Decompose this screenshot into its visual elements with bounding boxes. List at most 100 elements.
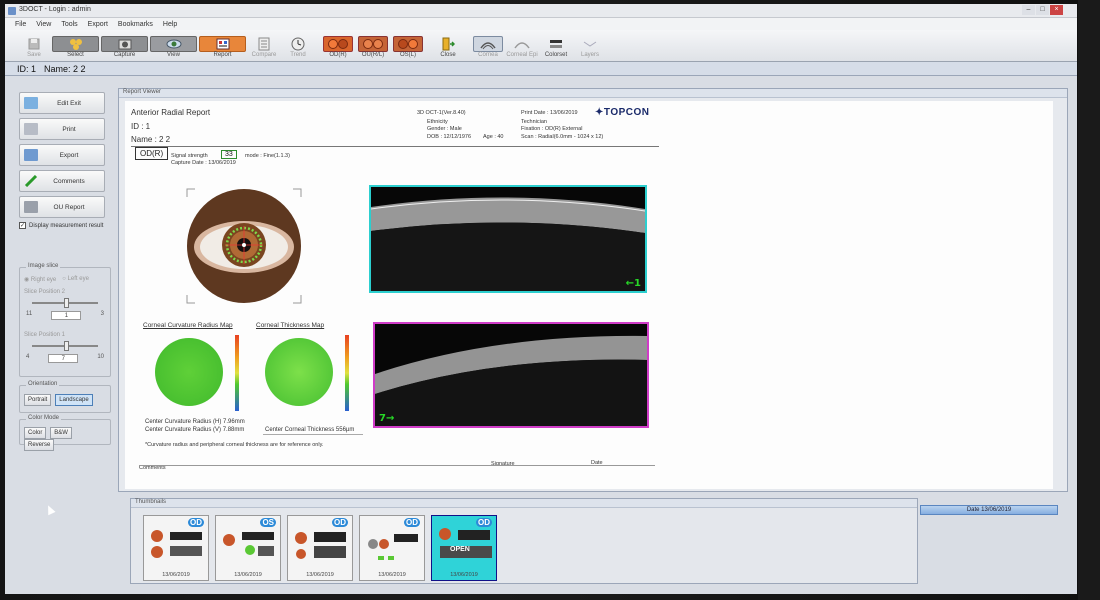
ou-button[interactable]: OU(R/L) [355, 30, 391, 60]
ou-report-button[interactable]: OU Report [19, 196, 105, 218]
dob: DOB : 12/12/1976 [427, 134, 472, 140]
curvature-map-title: Corneal Curvature Radius Map [143, 322, 233, 329]
slice-position-1-slider[interactable] [28, 340, 102, 352]
menu-bar: File View Tools Export Bookmarks Help [5, 18, 1077, 30]
scan-info: Scan : Radial(6.0mm - 1024 x 12) [521, 134, 604, 140]
slice-position-1-label: Slice Position 1 [24, 332, 66, 338]
slice-position-2-value[interactable]: 1 [51, 311, 82, 320]
menu-file[interactable]: File [15, 21, 26, 28]
report-icon [199, 36, 246, 52]
image-slice-group: Image slice ◉ Right eye ○ Left eye Slice… [19, 263, 111, 377]
close-button[interactable]: Close [431, 30, 465, 60]
menu-tools[interactable]: Tools [61, 21, 77, 28]
oct-scan-7: 7→ [373, 322, 649, 428]
colorset-button[interactable]: Colorset [539, 30, 573, 60]
left-panel: Edit Exit Print Export Comments OU Repor… [19, 92, 119, 482]
menu-help[interactable]: Help [163, 21, 177, 28]
comments-button[interactable]: Comments [19, 170, 105, 192]
mode: mode : Fine(1.1.3) [245, 153, 290, 159]
display-measurement-checkbox[interactable]: ✓ Display measurement result [19, 222, 119, 229]
thumbnail-4[interactable]: OD 13/06/2019 [359, 515, 425, 581]
menu-view[interactable]: View [36, 21, 51, 28]
header-divider [131, 146, 659, 147]
select-button[interactable]: Select [51, 30, 100, 60]
maximize-button[interactable]: □ [1036, 5, 1049, 15]
thumbnails-panel: Thumbnails OD 13/06/2019 OS 13/06/2019 O… [130, 498, 918, 584]
export-icon [24, 149, 38, 161]
app-icon [8, 7, 16, 15]
capture-date: Capture Date : 13/06/2019 [171, 160, 236, 166]
eye-icon [150, 36, 197, 52]
thumbnail-1[interactable]: OD 13/06/2019 [143, 515, 209, 581]
report-button[interactable]: Report [198, 30, 247, 60]
capture-icon [101, 36, 148, 52]
report-id: ID : 1 [131, 122, 151, 131]
patient-id-bar: ID: 1 Name: 2 2 [5, 62, 1077, 76]
trend-button[interactable]: Trend [281, 30, 315, 60]
slice-position-2-label: Slice Position 2 [24, 289, 66, 295]
left-eye-radio[interactable]: ○ Left eye [62, 276, 89, 283]
od-icon [323, 36, 353, 52]
edit-exit-button[interactable]: Edit Exit [19, 92, 105, 114]
open-label: OPEN [450, 546, 470, 553]
view-button[interactable]: View [149, 30, 198, 60]
thickness-scale-bar [345, 335, 349, 411]
signature-label: Signature [491, 461, 515, 467]
window-title: 3DOCT - Login : admin [19, 6, 91, 13]
reference-note: *Curvature radius and peripheral corneal… [145, 442, 324, 448]
report-viewer: Report Viewer Anterior Radial Report ID … [118, 88, 1068, 492]
layers-button[interactable]: Layers [573, 30, 607, 60]
printer-icon [24, 123, 38, 135]
patient-id: ID: 1 [17, 63, 37, 74]
select-icon [52, 36, 99, 52]
orientation-group: Orientation Portrait Landscape [19, 381, 111, 413]
print-button[interactable]: Print [19, 118, 105, 140]
curvature-scale-bar [235, 335, 239, 411]
technician: Technician [521, 119, 547, 125]
thumbnail-2[interactable]: OS 13/06/2019 [215, 515, 281, 581]
patient-name: Name: 2 2 [44, 63, 86, 74]
center-corneal-thickness: Center Corneal Thickness 556µm [265, 427, 355, 433]
ethnicity: Ethnicity [427, 119, 448, 125]
thumbnail-3[interactable]: OD 13/06/2019 [287, 515, 353, 581]
age: Age : 40 [483, 134, 504, 140]
oct-scan-1: ←1 [369, 185, 647, 293]
portrait-button[interactable]: Portrait [24, 394, 52, 406]
slice-position-1-value[interactable]: 7 [48, 354, 79, 363]
toolbar: Save Select Capture View Report Compare … [5, 30, 1077, 62]
thumbnails-title: Thumbnails [131, 499, 917, 508]
save-button[interactable]: Save [17, 30, 51, 60]
reverse-button[interactable]: Reverse [24, 439, 55, 451]
capture-button[interactable]: Capture [100, 30, 149, 60]
close-window-button[interactable]: × [1050, 5, 1063, 15]
menu-export[interactable]: Export [88, 21, 108, 28]
export-button[interactable]: Export [19, 144, 105, 166]
compare-button[interactable]: Compare [247, 30, 281, 60]
anterior-eye-photo [185, 187, 303, 305]
ou-icon [358, 36, 388, 52]
cornea-button[interactable]: Cornea [471, 30, 505, 60]
fixation: Fixation : OD(R) External [521, 126, 583, 132]
pencil-icon [24, 174, 38, 188]
menu-bookmarks[interactable]: Bookmarks [118, 21, 153, 28]
monitor-edge [1078, 0, 1100, 600]
landscape-button[interactable]: Landscape [55, 394, 93, 406]
date-column-header[interactable]: Date 13/06/2019 [920, 505, 1058, 515]
thumbnail-5-selected[interactable]: OD OPEN 13/06/2019 [431, 515, 497, 581]
od-button[interactable]: OD(R) [321, 30, 355, 60]
report-viewer-title: Report Viewer [119, 89, 1067, 98]
ccr-h: Center Curvature Radius (H) 7.96mm [145, 419, 245, 425]
color-button[interactable]: Color [24, 427, 47, 439]
minimize-button[interactable]: – [1022, 5, 1035, 15]
color-mode-group: Color Mode Color B&W Reverse [19, 415, 111, 451]
corneal-epi-button[interactable]: Corneal Epi [505, 30, 539, 60]
checkbox-checked[interactable]: ✓ [19, 222, 26, 229]
right-eye-radio[interactable]: ◉ Right eye [24, 276, 56, 283]
scan-7-label: 7→ [379, 413, 395, 424]
close-door-icon [433, 36, 463, 52]
gender: Gender : Male [427, 126, 462, 132]
bw-button[interactable]: B&W [50, 427, 72, 439]
os-button[interactable]: OS(L) [391, 30, 425, 60]
slice-position-2-slider[interactable] [28, 297, 102, 309]
window-controls: – □ × [1022, 5, 1063, 15]
